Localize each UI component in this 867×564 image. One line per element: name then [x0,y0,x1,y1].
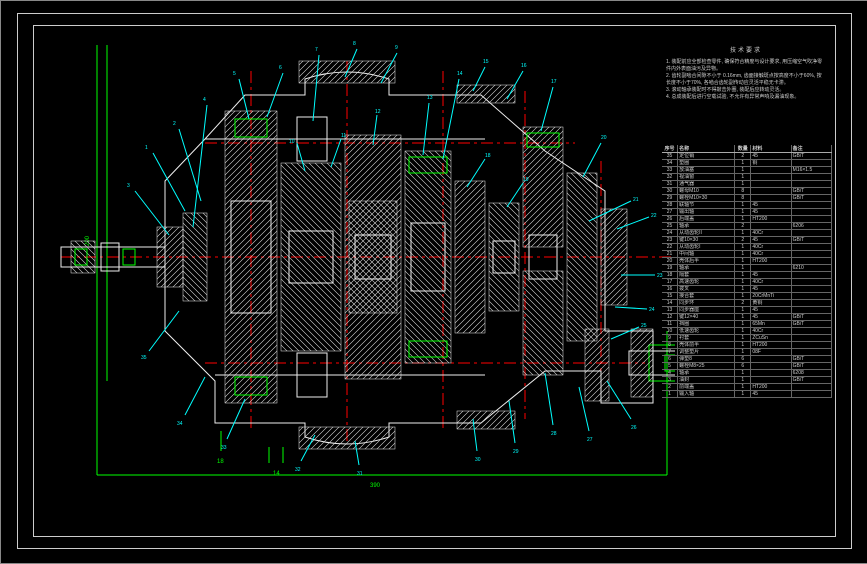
bom-row: 18隔套145 [662,272,832,279]
svg-text:29: 29 [513,449,519,455]
svg-text:17: 17 [551,79,557,85]
svg-text:18: 18 [217,459,224,465]
svg-text:14: 14 [457,71,463,77]
svg-text:2: 2 [173,121,176,127]
svg-text:35: 35 [141,355,147,361]
bom-row: 27输出轴145 [662,209,832,216]
svg-text:10: 10 [289,139,295,145]
svg-text:13: 13 [427,95,433,101]
bom-row: 32视油窗1 [662,174,832,181]
svg-text:14: 14 [273,471,280,477]
bom-row: 26后端盖1HT200 [662,216,832,223]
bom-row: 15接合套120CrMnTi [662,293,832,300]
svg-text:11: 11 [341,133,346,139]
notes-line: 4. 总成装配后进行空载试验, 不允许有异常声响及漏油现象。 [666,94,826,101]
dim-horizontal: 390 [370,483,381,489]
svg-text:30: 30 [475,457,481,463]
secondary-cluster [523,127,627,375]
bom-row: 4轴承16208 [662,370,832,377]
svg-text:6: 6 [279,65,282,71]
bom-row: 33放油塞1M16×1.5 [662,167,832,174]
bom-row: 9衬套1ZCuSn [662,335,832,342]
bom-row: 11挡圈165MnGB/T [662,321,832,328]
bom-row: 29螺栓M10×308GB/T [662,195,832,202]
svg-text:32: 32 [295,467,301,473]
bom-row: 22从动齿轮I140Cr [662,244,832,251]
svg-text:27: 27 [587,437,593,443]
svg-text:20: 20 [601,135,607,141]
bom-row: 3油封1GB/T [662,377,832,384]
notes-line: 2. 齿轮副啮合间隙不小于 0.16mm, 齿面接触斑点按高度不小于60%, 按… [666,73,826,87]
gear-low [225,111,277,403]
cad-viewport[interactable]: 390 200 [0,0,867,564]
bom-row: 21中间轴140Cr [662,251,832,258]
bom-row: 25轴承26206 [662,223,832,230]
svg-text:5: 5 [233,71,236,77]
svg-text:22: 22 [651,213,657,219]
svg-text:18: 18 [485,153,491,159]
bom-row: 8壳体前半1HT200 [662,342,832,349]
svg-text:28: 28 [551,431,557,437]
svg-text:1: 1 [145,145,148,151]
svg-text:25: 25 [641,323,647,329]
sync-hub [281,117,341,397]
svg-text:34: 34 [177,421,183,427]
bom-row: 5螺栓M8×256GB/T [662,363,832,370]
bom-row: 7调整垫片108F [662,349,832,356]
bom-row: 14同步环2黄铜 [662,300,832,307]
technical-notes: 技术要求 1. 装配前应全部检查零件, 确保符合精度与设计要求, 用压缩空气吹净… [666,47,826,101]
gear-main [345,135,401,379]
bom-row: 35定位销245GB/T [662,153,832,160]
svg-text:9: 9 [395,45,398,51]
svg-text:15: 15 [483,59,489,65]
svg-text:19: 19 [523,177,529,183]
bom-row: 23键10×30245GB/T [662,237,832,244]
bom-row: 12键12×40145GB/T [662,314,832,321]
svg-text:24: 24 [649,307,655,313]
svg-text:33: 33 [221,445,227,451]
bom-row: 10低速齿轮140Cr [662,328,832,335]
bom-row: 24从动齿轮II140Cr [662,230,832,237]
bom-row: 16拨叉145 [662,286,832,293]
bom-row: 2前端盖1HT200 [662,384,832,391]
bom-row: 17高速齿轮140Cr [662,279,832,286]
svg-text:7: 7 [315,47,318,53]
svg-text:8: 8 [353,41,356,47]
bom-row: 13同步器座145 [662,307,832,314]
aux-dims: 14 18 [217,431,283,477]
bom-row: 30螺母M108GB/T [662,188,832,195]
bom-body: 35定位销245GB/T34垫圈1铜33放油塞1M16×1.532视油窗131通… [662,153,832,398]
bom-row: 6弹垫86GB/T [662,356,832,363]
bom-header: 序号 名称 数量 材料 备注 [662,145,832,153]
bom-row: 28联轴节145 [662,202,832,209]
svg-text:4: 4 [203,97,206,103]
svg-text:16: 16 [521,63,527,69]
notes-line: 1. 装配前应全部检查零件, 确保符合精度与设计要求, 用压缩空气吹净零件内外表… [666,59,826,73]
bom-row: 34垫圈1铜 [662,160,832,167]
drawing-canvas[interactable]: 390 200 [45,31,675,521]
svg-text:21: 21 [633,197,639,203]
notes-title: 技术要求 [666,47,826,55]
bom-row: 31通气器1 [662,181,832,188]
svg-text:3: 3 [127,183,130,189]
gear-high [405,151,451,363]
svg-text:31: 31 [357,471,363,477]
bom-row: 20壳体后半1HT200 [662,258,832,265]
svg-text:26: 26 [631,425,637,431]
bom-row: 19轴承16210 [662,265,832,272]
bom-row: 1输入轴145 [662,391,832,398]
svg-text:12: 12 [375,109,381,115]
bom-table: 序号 名称 数量 材料 备注 35定位销245GB/T34垫圈1铜33放油塞1M… [662,145,832,527]
